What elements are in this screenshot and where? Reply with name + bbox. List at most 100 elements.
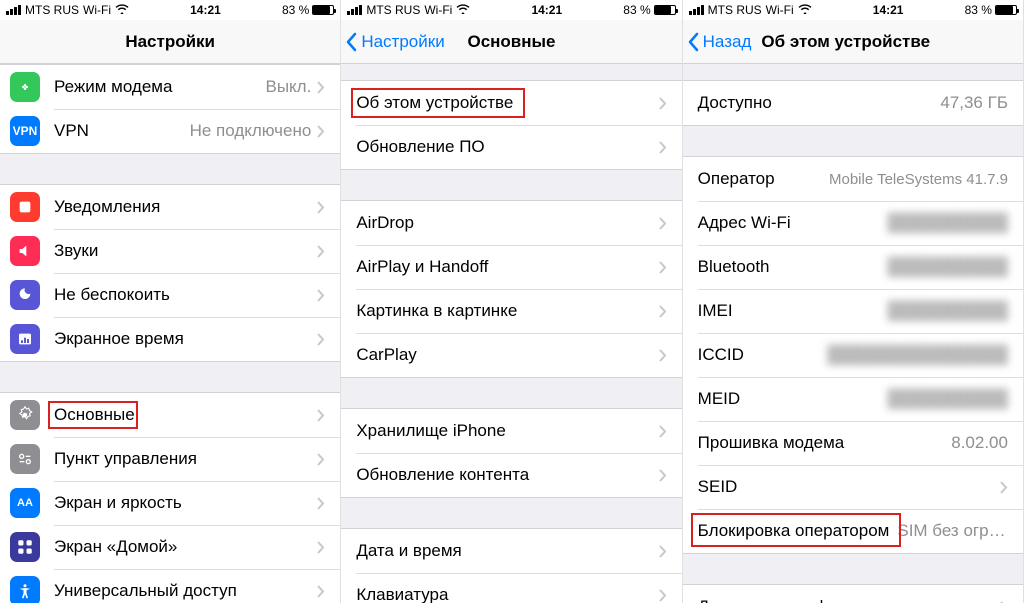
dnd-label: Не беспокоить <box>54 285 317 305</box>
row-display[interactable]: AA Экран и яркость <box>0 481 340 525</box>
meid-detail: ██████████ <box>888 389 1008 409</box>
row-control-center[interactable]: Пункт управления <box>0 437 340 481</box>
vpn-detail: Не подключено <box>190 121 312 141</box>
row-airdrop[interactable]: AirDrop <box>341 201 681 245</box>
modem-detail: 8.02.00 <box>951 433 1008 453</box>
home-icon <box>10 532 40 562</box>
carplay-label: CarPlay <box>356 345 658 365</box>
dnd-icon <box>10 280 40 310</box>
row-airplay-handoff[interactable]: AirPlay и Handoff <box>341 245 681 289</box>
screentime-label: Экранное время <box>54 329 317 349</box>
imei-label: IMEI <box>698 301 888 321</box>
wifi-label: Wi-Fi <box>83 3 111 17</box>
certs-label: Доверие сертификатам <box>698 597 1000 603</box>
row-carplay[interactable]: CarPlay <box>341 333 681 377</box>
wifi-label: Wi-Fi <box>424 3 452 17</box>
back-button[interactable]: Назад <box>683 32 752 52</box>
chevron-icon <box>659 141 667 154</box>
settings-list[interactable]: Режим модема Выкл. VPN VPN Не подключено… <box>0 64 340 603</box>
storage-label: Хранилище iPhone <box>356 421 658 441</box>
row-vpn[interactable]: VPN VPN Не подключено <box>0 109 340 153</box>
chevron-icon <box>317 453 325 466</box>
signal-icon <box>6 5 21 15</box>
row-notifications[interactable]: Уведомления <box>0 185 340 229</box>
chevron-icon <box>317 541 325 554</box>
chevron-icon <box>317 333 325 346</box>
wifi-icon <box>456 3 470 17</box>
about-list[interactable]: Доступно 47,36 ГБ Оператор Mobile TeleSy… <box>683 64 1023 603</box>
status-bar: MTS RUS Wi-Fi 14:21 83 % <box>341 0 681 20</box>
carrier-text: MTS RUS <box>708 3 762 17</box>
chevron-icon <box>317 245 325 258</box>
chevron-icon <box>317 81 325 94</box>
chevron-icon <box>659 305 667 318</box>
back-label: Назад <box>703 32 752 52</box>
row-software-update[interactable]: Обновление ПО <box>341 125 681 169</box>
row-imei: IMEI ██████████ <box>683 289 1023 333</box>
chevron-icon <box>317 409 325 422</box>
screentime-icon <box>10 324 40 354</box>
row-certificate-trust[interactable]: Доверие сертификатам <box>683 585 1023 603</box>
chevron-icon <box>1000 481 1008 494</box>
row-wifi-address: Адрес Wi-Fi ██████████ <box>683 201 1023 245</box>
status-time: 14:21 <box>531 3 562 17</box>
vpn-icon: VPN <box>10 116 40 146</box>
refresh-label: Обновление контента <box>356 465 658 485</box>
status-bar: MTS RUS Wi-Fi 14:21 83 % <box>683 0 1023 20</box>
screen-general: MTS RUS Wi-Fi 14:21 83 % Настройки Основ… <box>341 0 682 603</box>
battery-pct: 83 % <box>965 3 992 17</box>
chevron-icon <box>659 349 667 362</box>
display-icon: AA <box>10 488 40 518</box>
battery-icon <box>995 5 1017 15</box>
keyboard-label: Клавиатура <box>356 585 658 603</box>
status-time: 14:21 <box>190 3 221 17</box>
row-general[interactable]: Основные <box>0 393 340 437</box>
battery-icon <box>654 5 676 15</box>
iccid-detail: ███████████████ <box>827 345 1008 365</box>
accessibility-icon <box>10 576 40 603</box>
screen-about: MTS RUS Wi-Fi 14:21 83 % Назад Об этом у… <box>683 0 1024 603</box>
notifications-label: Уведомления <box>54 197 317 217</box>
row-seid[interactable]: SEID <box>683 465 1023 509</box>
row-home-screen[interactable]: Экран «Домой» <box>0 525 340 569</box>
modem-label: Прошивка модема <box>698 433 952 453</box>
wifi-icon <box>798 3 812 17</box>
row-pip[interactable]: Картинка в картинке <box>341 289 681 333</box>
airdrop-label: AirDrop <box>356 213 658 233</box>
nav-bar: Настройки <box>0 20 340 64</box>
vpn-label: VPN <box>54 121 190 141</box>
hotspot-icon <box>10 72 40 102</box>
general-list[interactable]: Об этом устройстве Обновление ПО AirDrop… <box>341 64 681 603</box>
display-label: Экран и яркость <box>54 493 317 513</box>
row-background-refresh[interactable]: Обновление контента <box>341 453 681 497</box>
row-hotspot[interactable]: Режим модема Выкл. <box>0 65 340 109</box>
battery-pct: 83 % <box>282 3 309 17</box>
row-storage[interactable]: Хранилище iPhone <box>341 409 681 453</box>
back-button[interactable]: Настройки <box>341 32 444 52</box>
chevron-icon <box>659 545 667 558</box>
row-carrier: Оператор Mobile TeleSystems 41.7.9 <box>683 157 1023 201</box>
control-label: Пункт управления <box>54 449 317 469</box>
update-label: Обновление ПО <box>356 137 658 157</box>
airplay-label: AirPlay и Handoff <box>356 257 658 277</box>
row-dnd[interactable]: Не беспокоить <box>0 273 340 317</box>
carrier-text: MTS RUS <box>25 3 79 17</box>
lock-detail: SIM без ограни... <box>897 521 1008 541</box>
nav-bar: Настройки Основные <box>341 20 681 64</box>
lock-label: Блокировка оператором <box>698 521 890 541</box>
home-label: Экран «Домой» <box>54 537 317 557</box>
row-iccid: ICCID ███████████████ <box>683 333 1023 377</box>
chevron-icon <box>659 217 667 230</box>
row-about[interactable]: Об этом устройстве <box>341 81 681 125</box>
row-screentime[interactable]: Экранное время <box>0 317 340 361</box>
row-sounds[interactable]: Звуки <box>0 229 340 273</box>
hotspot-label: Режим модема <box>54 77 265 97</box>
carrier-text: MTS RUS <box>366 3 420 17</box>
general-label: Основные <box>54 405 317 425</box>
row-keyboard[interactable]: Клавиатура <box>341 573 681 603</box>
row-accessibility[interactable]: Универсальный доступ <box>0 569 340 603</box>
row-date-time[interactable]: Дата и время <box>341 529 681 573</box>
row-meid: MEID ██████████ <box>683 377 1023 421</box>
row-carrier-lock: Блокировка оператором SIM без ограни... <box>683 509 1023 553</box>
page-title: Об этом устройстве <box>761 32 930 52</box>
